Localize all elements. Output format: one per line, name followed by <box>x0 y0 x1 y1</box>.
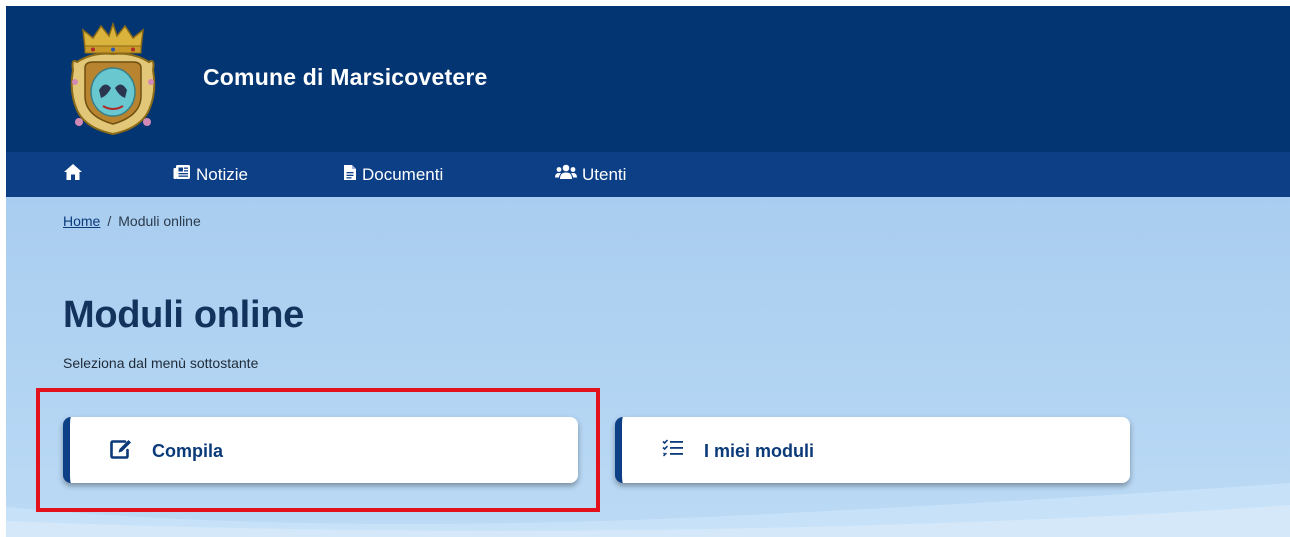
breadcrumb: Home / Moduli online <box>63 213 201 229</box>
nav-item-notizie[interactable]: Notizie <box>173 152 248 197</box>
card-label: I miei moduli <box>704 441 815 461</box>
card-label: Compila <box>152 441 224 461</box>
breadcrumb-separator: / <box>107 213 112 229</box>
site-title[interactable]: Comune di Marsicovetere <box>203 64 488 91</box>
checklist-icon <box>662 439 684 462</box>
nav-item-label: Notizie <box>196 164 248 184</box>
main-navigation: Notizie Documenti Utenti <box>6 152 1290 197</box>
breadcrumb-current: Moduli online <box>118 213 201 229</box>
newspaper-icon <box>173 164 196 185</box>
page-frame: Comune di Marsicovetere Notizie Document… <box>6 6 1290 537</box>
page-subtitle: Seleziona dal menù sottostante <box>63 355 259 371</box>
i-miei-moduli-card-button[interactable]: I miei moduli <box>615 417 1130 483</box>
nav-item-label: Documenti <box>362 164 444 184</box>
background-wave <box>6 483 1290 537</box>
compila-card-button[interactable]: Compila <box>63 417 578 483</box>
page-title: Moduli online <box>63 294 304 336</box>
edit-icon <box>110 439 132 464</box>
nav-item-documenti[interactable]: Documenti <box>343 152 443 197</box>
breadcrumb-home-link[interactable]: Home <box>63 213 100 229</box>
site-header: Comune di Marsicovetere <box>6 6 1290 152</box>
main-content: Home / Moduli online Moduli online Selezio… <box>6 197 1290 537</box>
users-icon <box>555 164 582 185</box>
nav-item-label: Utenti <box>582 164 627 184</box>
file-icon <box>343 164 362 186</box>
home-icon <box>63 163 88 186</box>
nav-item-home[interactable] <box>63 152 88 197</box>
municipal-coat-of-arms-icon[interactable] <box>63 21 163 136</box>
nav-item-utenti[interactable]: Utenti <box>555 152 626 197</box>
